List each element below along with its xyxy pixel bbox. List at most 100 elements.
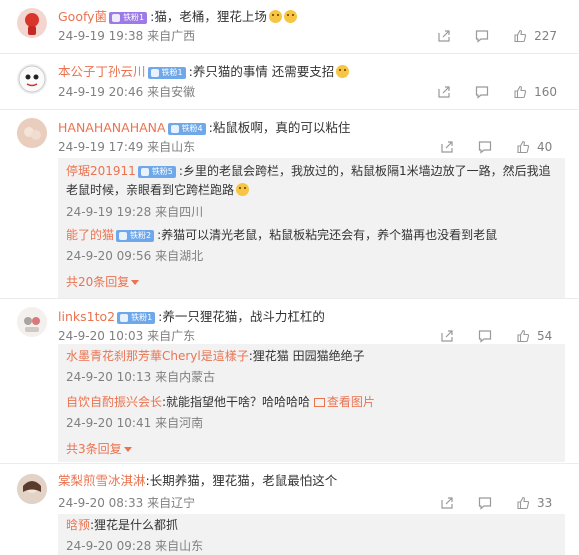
chevron-down-icon: [123, 447, 132, 452]
reply-item: 水墨青花刹那芳華Cheryl是這樣子:狸花猫 田园猫绝绝子: [66, 347, 556, 366]
comment-icon[interactable]: [474, 84, 490, 100]
location: 来自山东: [155, 539, 204, 553]
fan-badge: 铁粉1: [117, 312, 156, 324]
fan-badge: 铁粉1: [147, 67, 186, 79]
reply-text: :狸花是什么都抓: [90, 518, 179, 532]
comment-line: 本公子丁孙云川 铁粉1:养只猫的事情 还需要支招: [58, 64, 350, 80]
fan-badge: 铁粉5: [137, 166, 176, 178]
reply-text: :就能指望他干啥？哈哈哈哈: [162, 395, 311, 409]
divider: [0, 109, 579, 110]
location: 来自安徽: [147, 85, 196, 99]
image-icon: [313, 398, 325, 407]
location: 来自湖北: [155, 249, 204, 263]
reply-meta: 24-9-20 10:13 来自内蒙古: [66, 369, 215, 385]
comment-meta: 24-9-20 10:03 来自广东: [58, 328, 195, 344]
location: 来自河南: [155, 416, 204, 430]
reply-text: :养猫可以清光老鼠，粘鼠板粘完还会有，养个猫再也没看到老鼠: [157, 228, 498, 242]
comment-text: :长期养猫，狸花猫，老鼠最怕这个: [145, 473, 338, 488]
chevron-down-icon: [131, 280, 140, 285]
share-icon[interactable]: [439, 495, 455, 511]
like-count: 33: [537, 496, 553, 510]
comment-icon[interactable]: [474, 28, 490, 44]
timestamp: 24-9-20 09:28: [66, 539, 152, 553]
comment-line: Goofy菌 铁粉1:猫，老桶，狸花上场: [58, 9, 297, 25]
fan-badge: 铁粉1: [109, 12, 148, 24]
reply-meta: 24-9-20 10:41 来自河南: [66, 415, 203, 431]
reply-box: 水墨青花刹那芳華Cheryl是這樣子:狸花猫 田园猫绝绝子 24-9-20 10…: [58, 344, 565, 462]
timestamp: 24-9-20 09:56: [66, 249, 152, 263]
reply-item: 自饮自酌振兴会长:就能指望他干啥？哈哈哈哈 查看图片: [66, 393, 556, 412]
username-link[interactable]: 本公子丁孙云川: [58, 64, 146, 79]
comment-icon[interactable]: [477, 495, 493, 511]
like-count: 227: [534, 29, 557, 43]
timestamp: 24-9-19 19:38: [58, 29, 144, 43]
more-replies-label: 共20条回复: [66, 275, 130, 289]
username-link[interactable]: Goofy菌: [58, 9, 107, 24]
avatar[interactable]: [17, 307, 47, 337]
comment-icon[interactable]: [477, 328, 493, 344]
timestamp: 24-9-20 08:33: [58, 496, 144, 510]
like-icon[interactable]: [512, 84, 528, 100]
username-link[interactable]: links1to2: [58, 309, 115, 324]
timestamp: 24-9-20 10:13: [66, 370, 152, 384]
share-icon[interactable]: [439, 139, 455, 155]
timestamp: 24-9-19 17:49: [58, 140, 144, 154]
reply-username-link[interactable]: 自饮自酌振兴会长: [66, 395, 162, 409]
location: 来自广东: [147, 329, 196, 343]
like-count: 40: [537, 140, 553, 154]
share-icon[interactable]: [436, 28, 452, 44]
emoji-icon: [236, 183, 250, 196]
more-replies-link[interactable]: 共20条回复: [66, 273, 140, 290]
like-icon[interactable]: [515, 495, 531, 511]
divider: [0, 53, 579, 54]
comment-meta: 24-9-19 17:49 来自山东: [58, 139, 195, 155]
reply-username-link[interactable]: 晗预: [66, 518, 90, 532]
comment-line: 棠梨煎雪冰淇淋:长期养猫，狸花猫，老鼠最怕这个: [58, 473, 337, 489]
avatar[interactable]: [17, 118, 47, 148]
location: 来自山东: [147, 140, 196, 154]
comment-meta: 24-9-20 08:33 来自辽宁: [58, 495, 195, 511]
reply-meta: 24-9-19 19:28 来自四川: [66, 204, 203, 220]
emoji-icon: [336, 65, 350, 78]
like-icon[interactable]: [515, 139, 531, 155]
comment-text: :养只猫的事情 还需要支招: [188, 64, 335, 79]
avatar[interactable]: [17, 474, 47, 504]
reply-username-link[interactable]: 能了的猫: [66, 228, 114, 242]
reply-meta: 24-9-20 09:56 来自湖北: [66, 248, 203, 264]
comment-text: :粘鼠板啊，真的可以粘住: [208, 120, 351, 135]
reply-item: 能了的猫 铁粉2:养猫可以清光老鼠，粘鼠板粘完还会有，养个猫再也没看到老鼠: [66, 226, 556, 245]
comment-line: HANAHANAHANA 铁粉4:粘鼠板啊，真的可以粘住: [58, 120, 350, 136]
fan-badge: 铁粉4: [167, 123, 206, 135]
timestamp: 24-9-19 20:46: [58, 85, 144, 99]
reply-box: 晗预:狸花是什么都抓 24-9-20 09:28 来自山东: [58, 514, 565, 555]
username-link[interactable]: HANAHANAHANA: [58, 120, 166, 135]
view-image-link[interactable]: 查看图片: [313, 395, 375, 409]
more-replies-link[interactable]: 共3条回复: [66, 440, 132, 457]
reply-meta: 24-9-20 09:28 来自山东: [66, 538, 203, 554]
reply-item: 停琚201911 铁粉5:乡里的老鼠会跨栏，我放过的，粘鼠板隔1米墙边放了一路，然…: [66, 162, 556, 200]
like-count: 160: [534, 85, 557, 99]
comment-meta: 24-9-19 20:46 来自安徽: [58, 84, 195, 100]
like-count: 54: [537, 329, 553, 343]
reply-item: 晗预:狸花是什么都抓: [66, 516, 556, 535]
more-replies-label: 共3条回复: [66, 442, 122, 456]
reply-username-link[interactable]: 水墨青花刹那芳華Cheryl是這樣子: [66, 349, 249, 363]
location: 来自内蒙古: [155, 370, 216, 384]
timestamp: 24-9-19 19:28: [66, 205, 152, 219]
like-icon[interactable]: [515, 328, 531, 344]
reply-box: 停琚201911 铁粉5:乡里的老鼠会跨栏，我放过的，粘鼠板隔1米墙边放了一路，然…: [58, 158, 565, 298]
avatar[interactable]: [17, 8, 47, 38]
share-icon[interactable]: [436, 84, 452, 100]
location: 来自广西: [147, 29, 196, 43]
comment-text: :养一只狸花猫，战斗力杠杠的: [158, 309, 325, 324]
reply-username-link[interactable]: 停琚201911: [66, 164, 136, 178]
comment-icon[interactable]: [477, 139, 493, 155]
timestamp: 24-9-20 10:41: [66, 416, 152, 430]
timestamp: 24-9-20 10:03: [58, 329, 144, 343]
username-link[interactable]: 棠梨煎雪冰淇淋: [58, 473, 146, 488]
like-icon[interactable]: [512, 28, 528, 44]
view-image-label: 查看图片: [326, 395, 375, 409]
avatar[interactable]: [17, 64, 47, 94]
emoji-icon: [268, 10, 282, 23]
share-icon[interactable]: [439, 328, 455, 344]
